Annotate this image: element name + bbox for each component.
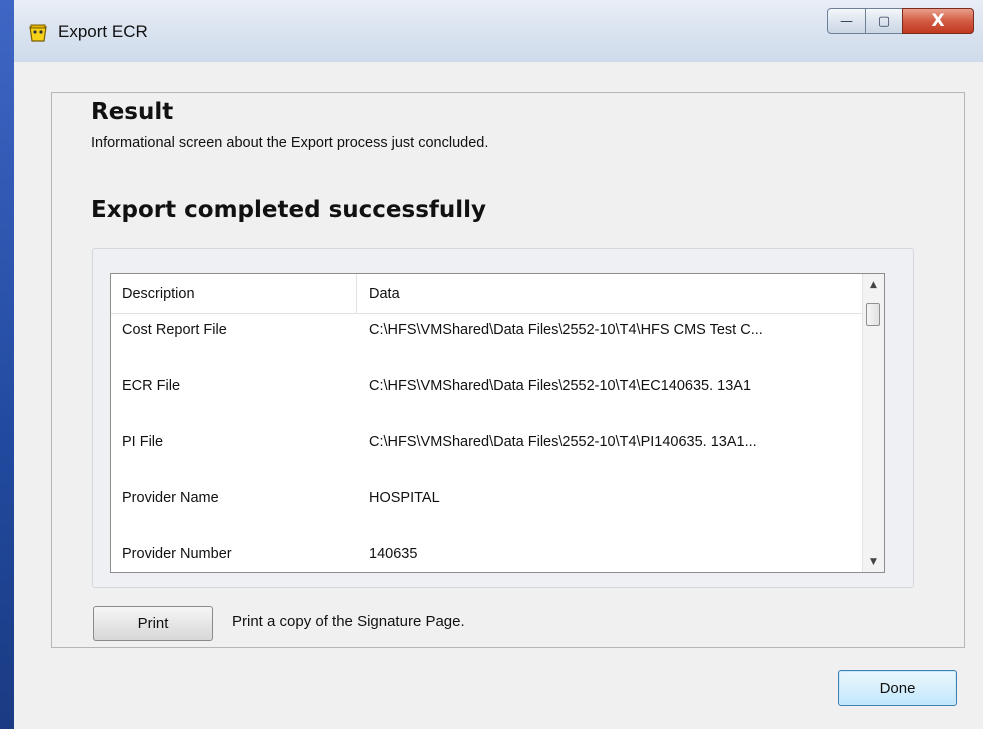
row-data: C:\HFS\VMShared\Data Files\2552-10\T4\PI… — [369, 434, 757, 450]
row-description: PI File — [122, 434, 164, 450]
maximize-button[interactable]: ▢ — [865, 8, 903, 34]
print-description: Print a copy of the Signature Page. — [232, 613, 465, 630]
result-subtitle: Informational screen about the Export pr… — [91, 135, 489, 151]
row-data: HOSPITAL — [369, 490, 440, 506]
minimize-icon: — — [840, 13, 853, 29]
table-row[interactable]: Provider Number 140635 — [111, 538, 864, 572]
row-data: C:\HFS\VMShared\Data Files\2552-10\T4\HF… — [369, 322, 763, 338]
table-row[interactable]: Provider Name HOSPITAL — [111, 482, 864, 538]
app-icon — [26, 22, 50, 46]
desktop-background — [0, 0, 14, 729]
table-body: Cost Report File C:\HFS\VMShared\Data Fi… — [111, 314, 864, 572]
results-table[interactable]: Description Data Cost Report File C:\HFS… — [110, 273, 885, 573]
export-ecr-window: Export ECR — ▢ X Result Informational sc… — [0, 0, 983, 729]
window-title: Export ECR — [58, 22, 148, 41]
results-grid-frame: Description Data Cost Report File C:\HFS… — [92, 248, 914, 588]
row-description: Provider Number — [122, 546, 232, 562]
window-client-area: Result Informational screen about the Ex… — [14, 62, 983, 729]
scroll-up-icon[interactable]: ▲ — [863, 276, 884, 293]
result-panel: Result Informational screen about the Ex… — [51, 92, 965, 648]
done-button[interactable]: Done — [838, 670, 957, 706]
table-row[interactable]: ECR File C:\HFS\VMShared\Data Files\2552… — [111, 370, 864, 426]
row-data: C:\HFS\VMShared\Data Files\2552-10\T4\EC… — [369, 378, 752, 394]
print-button[interactable]: Print — [93, 606, 213, 641]
close-icon: X — [931, 11, 945, 31]
minimize-button[interactable]: — — [827, 8, 866, 34]
column-header-description[interactable]: Description — [111, 274, 357, 313]
result-heading: Result — [91, 99, 174, 125]
close-button[interactable]: X — [902, 8, 974, 34]
table-header: Description Data — [111, 274, 864, 314]
vertical-scrollbar[interactable]: ▲ ▼ — [862, 274, 884, 572]
row-data: 140635 — [369, 546, 418, 562]
scrollbar-thumb[interactable] — [866, 303, 880, 326]
table-row[interactable]: PI File C:\HFS\VMShared\Data Files\2552-… — [111, 426, 864, 482]
table-row[interactable]: Cost Report File C:\HFS\VMShared\Data Fi… — [111, 314, 864, 370]
maximize-icon: ▢ — [877, 13, 891, 29]
row-description: Provider Name — [122, 490, 219, 506]
row-description: Cost Report File — [122, 322, 227, 338]
row-description: ECR File — [122, 378, 181, 394]
export-status-heading: Export completed successfully — [91, 197, 487, 223]
title-bar[interactable]: Export ECR — ▢ X — [14, 0, 983, 63]
scroll-down-icon[interactable]: ▼ — [863, 553, 884, 570]
column-header-data[interactable]: Data — [357, 274, 864, 313]
